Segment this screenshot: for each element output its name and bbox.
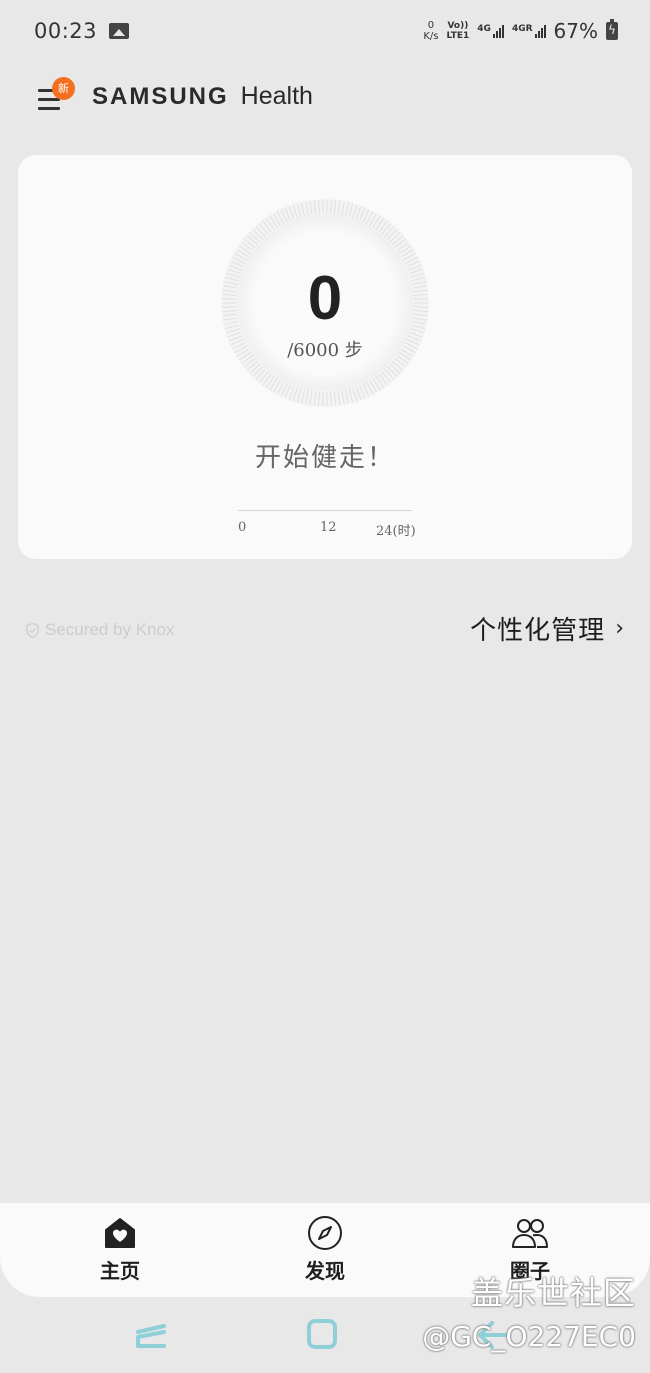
nav-discover[interactable]: 发现	[245, 1203, 405, 1297]
nav-discover-label: 发现	[305, 1259, 345, 1283]
battery-percent: 67%	[553, 19, 598, 43]
hourly-timeline	[238, 510, 412, 511]
signal-bars-icon	[492, 24, 504, 38]
network-speed-unit: K/s	[423, 31, 439, 42]
home-square-icon[interactable]	[306, 1317, 338, 1351]
personalize-label: 个性化管理	[470, 616, 606, 646]
sim2-label: 4GR	[511, 24, 533, 34]
home-heart-icon	[105, 1218, 135, 1248]
info-row: Secured by Knox 个性化管理 ›	[0, 606, 650, 654]
signal-bars-icon	[534, 24, 546, 38]
network-speed-value: 0	[427, 20, 435, 31]
start-walking-prompt: 开始健走！	[254, 443, 395, 473]
new-badge: 新	[52, 77, 75, 100]
status-time: 00:23	[34, 19, 98, 43]
volte-top: Vo))	[447, 21, 469, 31]
steps-card[interactable]: 0 /6000 步 开始健走！ 0 12 24(时)	[18, 155, 632, 559]
steps-progress-ring: 0 /6000 步	[220, 198, 430, 408]
compass-icon	[308, 1216, 342, 1250]
knox-badge: Secured by Knox	[26, 620, 174, 640]
app-header: 新 SAMSUNG Health	[0, 62, 650, 130]
timeline-tick-24: 24(时)	[376, 524, 416, 539]
sim1-signal: 4G	[477, 24, 504, 38]
app-logo: SAMSUNG Health	[92, 82, 313, 111]
volte-bottom: LTE1	[446, 31, 470, 41]
battery-charging-icon	[606, 19, 618, 40]
timeline-tick-12: 12	[320, 520, 337, 535]
brand-samsung: SAMSUNG	[92, 82, 229, 110]
timeline-tick-0: 0	[238, 520, 247, 535]
network-speed: 0 K/s	[423, 20, 438, 42]
recent-apps-icon[interactable]	[134, 1317, 168, 1353]
people-icon	[512, 1219, 548, 1248]
watermark: 盖乐世社区 @GC_O227EC0	[422, 1268, 636, 1353]
menu-button[interactable]: 新	[38, 77, 75, 111]
personalize-button[interactable]: 个性化管理 ›	[470, 610, 624, 647]
watermark-line2: @GC_O227EC0	[422, 1320, 636, 1353]
sim2-signal: 4GR	[512, 24, 546, 38]
chevron-right-icon: ›	[615, 616, 624, 641]
menu-icon-line	[38, 107, 60, 110]
steps-goal: /6000 步	[287, 340, 363, 361]
status-left: 00:23	[34, 19, 130, 43]
nav-home-label: 主页	[100, 1259, 140, 1283]
steps-count: 0	[307, 264, 343, 333]
sim1-label: 4G	[477, 24, 491, 34]
watermark-line1: 盖乐世社区	[470, 1274, 636, 1312]
volte-indicator: Vo)) LTE1	[447, 21, 470, 41]
status-bar: 00:23 0 K/s Vo)) LTE1 4G 4GR 67%	[0, 0, 650, 62]
image-notification-icon	[109, 23, 130, 39]
status-right: 0 K/s Vo)) LTE1 4G 4GR 67%	[423, 19, 618, 43]
shield-icon	[26, 622, 39, 638]
brand-health: Health	[240, 81, 313, 110]
knox-text: Secured by Knox	[45, 620, 175, 639]
nav-home[interactable]: 主页	[40, 1203, 200, 1297]
